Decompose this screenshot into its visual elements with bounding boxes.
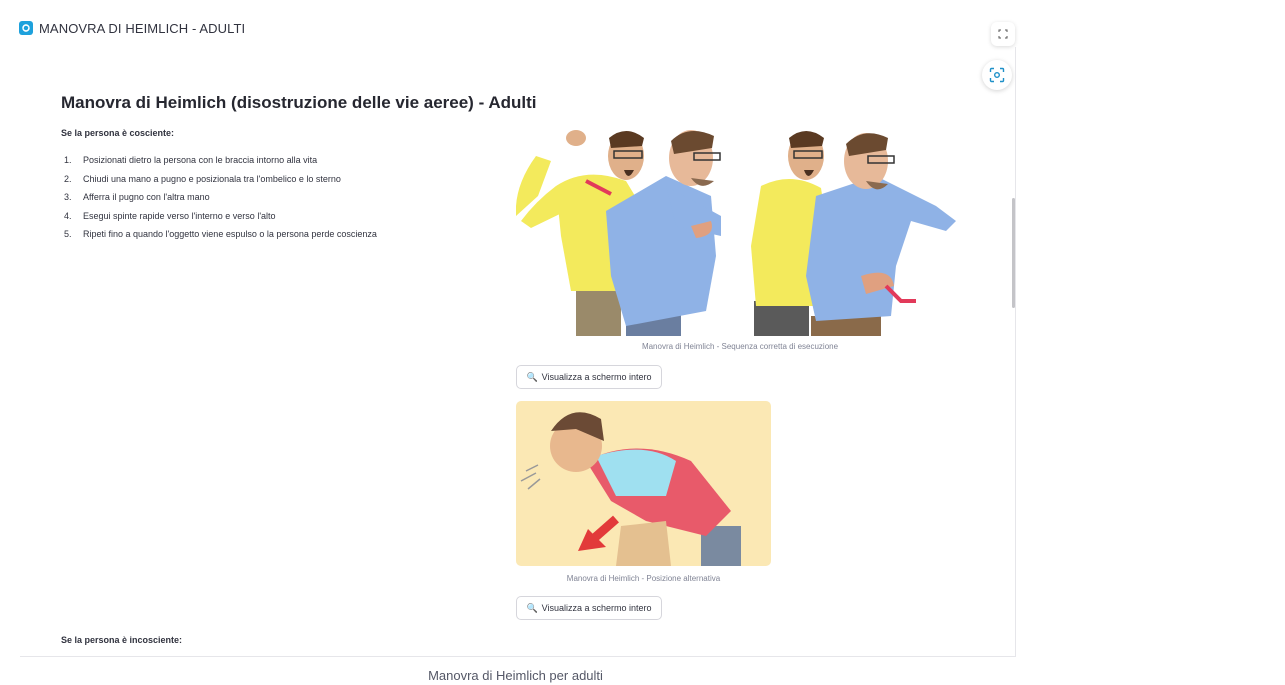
steps-list: 1. Posizionati dietro la persona con le b… xyxy=(61,155,377,248)
image1-caption: Manovra di Heimlich - Sequenza corretta … xyxy=(641,342,839,351)
app-header: MANOVRA DI HEIMLICH - ADULTI xyxy=(19,19,245,37)
expand-icon[interactable] xyxy=(991,22,1015,46)
heimlich-alternative-image xyxy=(516,401,771,566)
list-item: 5. Ripeti fino a quando l'oggetto viene e… xyxy=(64,229,377,239)
list-item: 1. Posizionati dietro la persona con le b… xyxy=(64,155,318,165)
app-title: MANOVRA DI HEIMLICH - ADULTI xyxy=(39,20,246,36)
view-fullscreen-button-2[interactable]: 🔍 Visualizza a schermo intero xyxy=(516,596,662,620)
magnifier-icon: 🔍 xyxy=(526,602,538,613)
unconscious-heading: Se la persona è incosciente: xyxy=(61,635,183,645)
footer-caption: Manovra di Heimlich per adulti xyxy=(428,668,603,683)
scrollbar[interactable] xyxy=(1012,198,1015,308)
conscious-heading: Se la persona è cosciente: xyxy=(61,128,175,138)
list-item: 4. Esegui spinte rapide verso l'interno e… xyxy=(64,210,276,221)
page-title: Manovra di Heimlich (disostruzione delle… xyxy=(61,93,537,112)
list-item: 3. Afferra il pugno con l'altra mano xyxy=(64,192,210,202)
app-logo-icon xyxy=(19,21,33,35)
list-item: 2. Chiudi una mano a pugno e posizionala … xyxy=(64,173,341,184)
view-fullscreen-button-1[interactable]: 🔍 Visualizza a schermo intero xyxy=(516,365,662,389)
image2-caption: Manovra di Heimlich - Posizione alternat… xyxy=(566,574,721,583)
magnifier-icon: 🔍 xyxy=(526,371,538,382)
heimlich-sequence-image xyxy=(516,126,964,336)
